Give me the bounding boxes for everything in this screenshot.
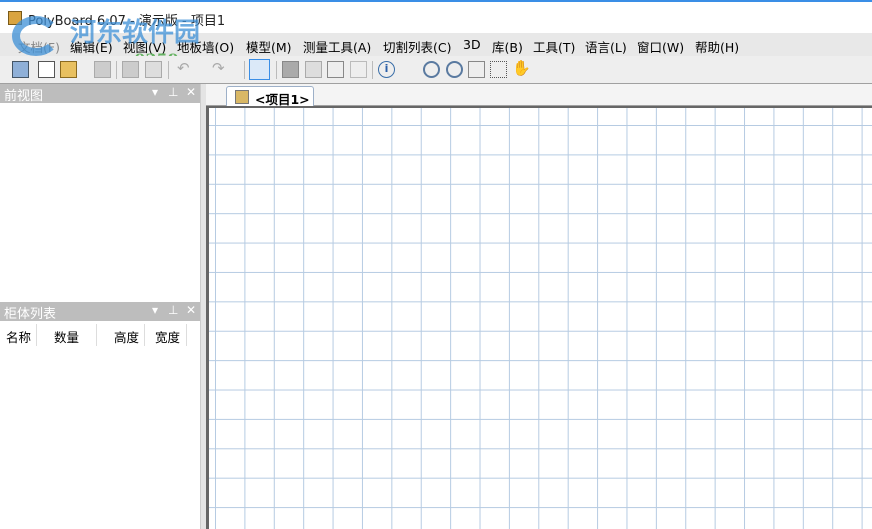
menu-language[interactable]: 语言(L) <box>585 37 627 56</box>
document-tab-strip: <项目1> <box>206 84 872 107</box>
view-2d-icon[interactable] <box>305 61 322 78</box>
pan-hand-icon[interactable]: ✋ <box>512 59 531 77</box>
properties-icon[interactable] <box>249 59 270 80</box>
column-header-width[interactable]: 宽度 <box>145 324 187 346</box>
dropdown-icon[interactable]: ▾ <box>152 303 158 317</box>
column-header-name[interactable]: 名称 <box>0 324 37 346</box>
explode-icon[interactable] <box>350 61 367 78</box>
cabinet-list-table: 名称 数量 高度 宽度 <box>0 321 200 529</box>
zoom-out-icon[interactable] <box>446 61 463 78</box>
menu-model[interactable]: 模型(M) <box>246 37 292 56</box>
menu-floor-wall[interactable]: 地板墙(O) <box>177 37 234 56</box>
menu-file[interactable]: 文档(F) <box>18 37 60 56</box>
menu-edit[interactable]: 编辑(E) <box>70 37 113 56</box>
front-view-title: 前视图 <box>4 89 44 104</box>
tab-label: <项目1> <box>255 92 310 107</box>
print-preview-icon[interactable] <box>145 61 162 78</box>
column-header-quantity[interactable]: 数量 <box>37 324 97 346</box>
menu-3d[interactable]: 3D <box>463 37 481 52</box>
wireframe-icon[interactable] <box>327 61 344 78</box>
menu-library[interactable]: 库(B) <box>492 37 523 56</box>
column-header-height[interactable]: 高度 <box>97 324 145 346</box>
tab-project-1[interactable]: <项目1> <box>226 86 314 107</box>
app-icon <box>8 11 22 25</box>
document-icon <box>235 90 249 104</box>
zoom-extents-icon[interactable] <box>468 61 485 78</box>
drawing-canvas[interactable] <box>206 106 872 529</box>
cabinet-list-title: 柜体列表 <box>4 307 57 322</box>
close-icon[interactable]: ✕ <box>186 303 196 317</box>
pin-icon[interactable]: ⊥ <box>168 303 178 317</box>
print-icon[interactable] <box>122 61 139 78</box>
menu-window[interactable]: 窗口(W) <box>637 37 684 56</box>
front-view-panel-header: 前视图 ▾ ⊥ ✕ <box>0 84 200 104</box>
pin-icon[interactable]: ⊥ <box>168 85 178 99</box>
redo-icon[interactable]: ↷ <box>212 59 229 77</box>
menu-view[interactable]: 视图(V) <box>123 37 166 56</box>
cabinet-list-panel-header: 柜体列表 ▾ ⊥ ✕ <box>0 302 200 322</box>
menu-help[interactable]: 帮助(H) <box>695 37 739 56</box>
menu-tools[interactable]: 工具(T) <box>533 37 575 56</box>
zoom-window-icon[interactable] <box>490 61 507 78</box>
zoom-in-icon[interactable] <box>423 61 440 78</box>
dropdown-icon[interactable]: ▾ <box>152 85 158 99</box>
close-icon[interactable]: ✕ <box>186 85 196 99</box>
menu-bar: 文档(F) 编辑(E) 视图(V) 地板墙(O) 模型(M) 测量工具(A) 切… <box>0 33 872 56</box>
info-icon[interactable]: i <box>378 61 395 78</box>
new-project-icon[interactable] <box>12 61 29 78</box>
box-3d-icon[interactable] <box>282 61 299 78</box>
new-document-icon[interactable] <box>38 61 55 78</box>
front-view-panel <box>0 103 200 300</box>
menu-cutlist[interactable]: 切割列表(C) <box>383 37 451 56</box>
title-bar: PolyBoard 6.07 - 演示版 - 项目1 <box>0 0 872 33</box>
toolbar: ↶ ↷ i ✋ <box>0 56 872 84</box>
window-title: PolyBoard 6.07 - 演示版 - 项目1 <box>28 14 226 29</box>
save-icon[interactable] <box>94 61 111 78</box>
open-folder-icon[interactable] <box>60 61 77 78</box>
menu-measure[interactable]: 测量工具(A) <box>303 37 371 56</box>
undo-icon[interactable]: ↶ <box>177 59 194 77</box>
